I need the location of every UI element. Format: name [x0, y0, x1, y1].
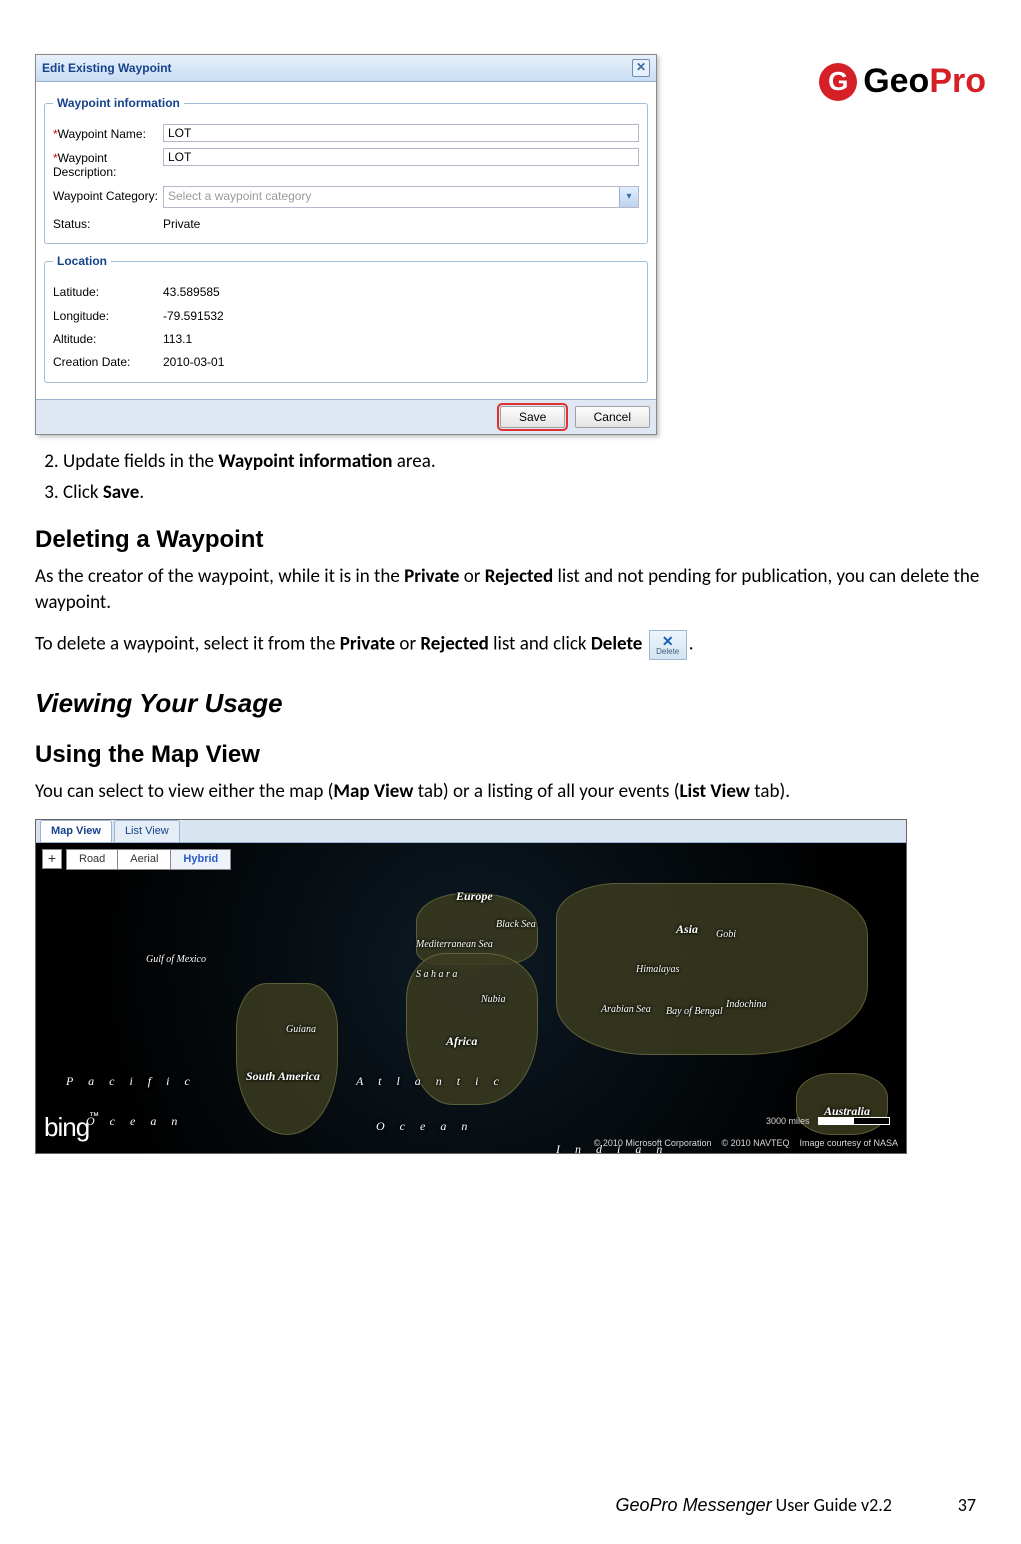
delete-toolbar-icon: ✕ Delete — [649, 630, 687, 660]
page-number: 37 — [896, 1494, 976, 1516]
heading-viewing-usage: Viewing Your Usage — [35, 686, 986, 721]
waypoint-category-select[interactable]: Select a waypoint category ▾ — [163, 186, 639, 208]
map-label-asia: Asia — [676, 921, 698, 937]
save-button[interactable]: Save — [500, 406, 565, 428]
dialog-title: Edit Existing Waypoint — [42, 61, 172, 75]
zoom-in-icon[interactable]: + — [42, 849, 62, 869]
attrib-nasa: Image courtesy of NASA — [799, 1137, 898, 1149]
map-label-black-sea: Black Sea — [496, 918, 536, 932]
map-label-atlantic: A t l a n t i c — [356, 1073, 505, 1089]
creation-date-label: Creation Date: — [53, 352, 163, 369]
footer-doc: GeoPro Messenger — [616, 1495, 772, 1515]
status-value: Private — [163, 214, 200, 231]
map-label-bay-of-bengal: Bay of Bengal — [666, 1005, 723, 1019]
map-label-south-america: South America — [246, 1068, 320, 1084]
status-label: Status: — [53, 214, 163, 231]
map-attribution: 3000 miles © 2010 Microsoft Corporation … — [594, 1137, 898, 1149]
step-3: Click Save. — [63, 480, 986, 506]
page-footer: GeoPro Messenger User Guide v2.2 37 — [45, 1494, 976, 1516]
latitude-value: 43.589585 — [163, 282, 220, 299]
waypoint-info-group: Waypoint information *Waypoint Name: *Wa… — [44, 96, 648, 244]
map-label-himalayas: Himalayas — [636, 963, 679, 977]
document-content: Update fields in the Waypoint informatio… — [35, 449, 986, 1154]
step-2: Update fields in the Waypoint informatio… — [63, 449, 986, 475]
waypoint-name-input[interactable] — [163, 124, 639, 142]
map-label-indochina: Indochina — [726, 998, 767, 1012]
scale-text: 3000 miles — [766, 1116, 810, 1126]
edit-waypoint-dialog-screenshot: Edit Existing Waypoint ✕ Waypoint inform… — [35, 54, 986, 435]
heading-deleting-waypoint: Deleting a Waypoint — [35, 524, 986, 556]
altitude-label: Altitude: — [53, 329, 163, 346]
chevron-down-icon: ▾ — [619, 187, 638, 207]
brand-text-1: Geo — [863, 62, 929, 101]
map-label-gulf-of-mexico: Gulf of Mexico — [146, 953, 206, 967]
map-label-africa: Africa — [446, 1033, 477, 1049]
close-icon[interactable]: ✕ — [632, 59, 650, 77]
map-controls: + Road Aerial Hybrid — [42, 849, 231, 870]
waypoint-category-placeholder: Select a waypoint category — [164, 187, 619, 207]
map-tabs: Map View List View — [36, 820, 906, 843]
latitude-label: Latitude: — [53, 282, 163, 299]
heading-using-map-view: Using the Map View — [35, 739, 986, 771]
attrib-ms: © 2010 Microsoft Corporation — [594, 1137, 712, 1149]
landmass — [236, 983, 338, 1135]
scale-bar-icon — [818, 1117, 890, 1125]
map-label-mediterranean: Mediterranean Sea — [416, 938, 493, 952]
brand-mark: G — [819, 63, 857, 101]
map-canvas[interactable]: + Road Aerial Hybrid Europe Asia Africa … — [36, 843, 906, 1153]
map-label-ocean-2: O c e a n — [376, 1118, 473, 1134]
delete-paragraph-2: To delete a waypoint, select it from the… — [35, 630, 986, 660]
creation-date-value: 2010-03-01 — [163, 352, 224, 369]
tab-map-view[interactable]: Map View — [40, 820, 112, 842]
map-label-arabian-sea: Arabian Sea — [601, 1003, 651, 1017]
landmass — [556, 883, 868, 1055]
mapview-paragraph: You can select to view either the map (M… — [35, 779, 986, 805]
waypoint-desc-label: *Waypoint Description: — [53, 148, 163, 180]
longitude-label: Longitude: — [53, 306, 163, 323]
map-label-nubia: Nubia — [481, 993, 505, 1007]
brand-logo: G GeoPro — [819, 62, 986, 101]
map-label-guiana: Guiana — [286, 1023, 316, 1037]
delete-chip-label: Delete — [656, 648, 679, 656]
bing-logo: bing™ — [44, 1110, 98, 1145]
dialog-footer: Save Cancel — [36, 399, 656, 434]
tab-list-view[interactable]: List View — [114, 820, 180, 842]
map-label-gobi: Gobi — [716, 928, 736, 942]
dialog-titlebar: Edit Existing Waypoint ✕ — [36, 55, 656, 82]
x-icon: ✕ — [662, 634, 674, 648]
waypoint-name-label: *Waypoint Name: — [53, 124, 163, 141]
layer-hybrid-button[interactable]: Hybrid — [171, 849, 231, 870]
waypoint-category-label: Waypoint Category: — [53, 186, 163, 203]
layer-road-button[interactable]: Road — [66, 849, 118, 870]
delete-paragraph-1: As the creator of the waypoint, while it… — [35, 564, 986, 615]
attrib-navteq: © 2010 NAVTEQ — [721, 1137, 789, 1149]
cancel-button[interactable]: Cancel — [575, 406, 650, 428]
footer-version: User Guide v2.2 — [772, 1494, 892, 1516]
brand-text-2: Pro — [929, 62, 986, 101]
map-label-ocean-1: O c e a n — [86, 1113, 183, 1129]
location-legend: Location — [53, 254, 111, 268]
layer-aerial-button[interactable]: Aerial — [118, 849, 171, 870]
waypoint-info-legend: Waypoint information — [53, 96, 184, 110]
map-label-europe: Europe — [456, 888, 493, 904]
map-label-pacific: P a c i f i c — [66, 1073, 196, 1089]
location-group: Location Latitude: 43.589585 Longitude: … — [44, 254, 648, 383]
map-view-screenshot: Map View List View + Road Aerial Hybrid … — [35, 819, 907, 1154]
map-label-sahara: S a h a r a — [416, 968, 457, 982]
longitude-value: -79.591532 — [163, 306, 224, 323]
waypoint-desc-input[interactable] — [163, 148, 639, 166]
altitude-value: 113.1 — [163, 329, 192, 346]
